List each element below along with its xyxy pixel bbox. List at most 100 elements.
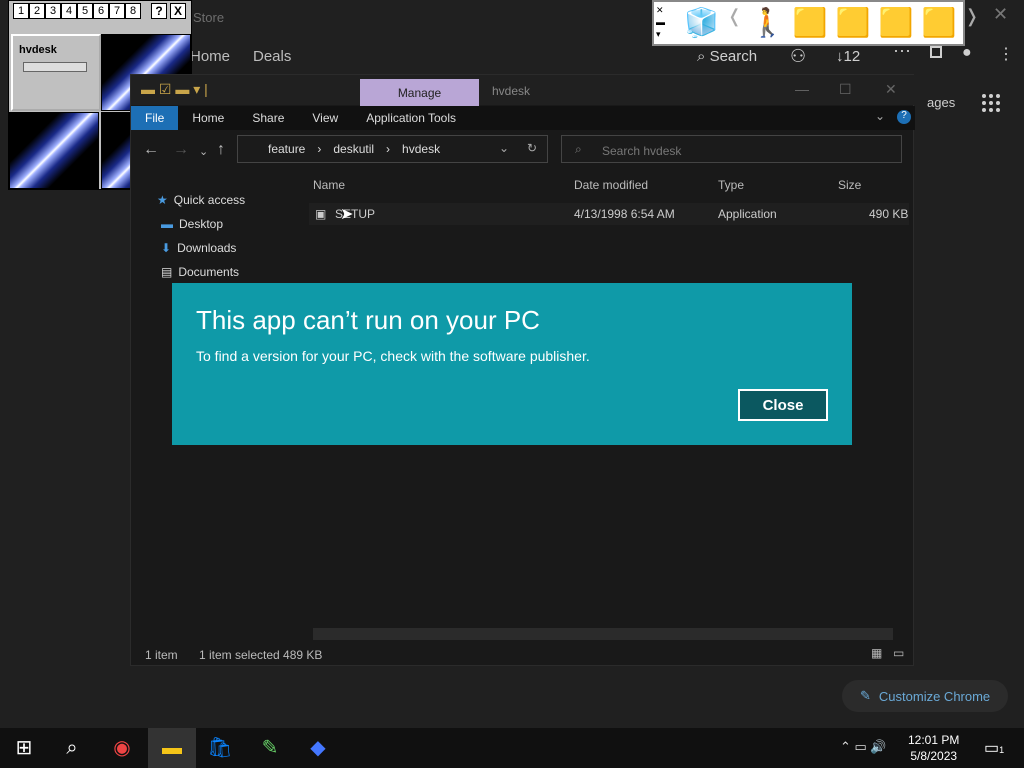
- chevron-right-icon[interactable]: ❭: [964, 6, 979, 39]
- thumb-window: [23, 62, 87, 72]
- desktop-3[interactable]: 3: [45, 3, 61, 19]
- sidebar-label: Documents: [178, 265, 240, 279]
- notepad-icon[interactable]: ✎: [256, 734, 284, 762]
- help-icon[interactable]: ?: [897, 110, 911, 124]
- sidebar-label: Downloads: [177, 241, 237, 255]
- desktop-2[interactable]: 2: [29, 3, 45, 19]
- crumb-feature[interactable]: feature: [268, 142, 305, 156]
- sidebar-item-documents[interactable]: ▤ Documents: [161, 265, 239, 279]
- forward-icon[interactable]: →: [173, 141, 189, 159]
- crumb-hvdesk[interactable]: hvdesk: [402, 142, 440, 156]
- minimize-icon[interactable]: —: [795, 81, 809, 97]
- col-size[interactable]: Size: [838, 178, 861, 192]
- sidebar-label: Desktop: [179, 217, 224, 231]
- cube-icon[interactable]: 🧊: [684, 6, 719, 39]
- apps-grid-icon[interactable]: [982, 94, 1000, 112]
- col-name[interactable]: Name: [313, 178, 345, 192]
- search-input[interactable]: Search hvdesk: [561, 135, 902, 163]
- close-button[interactable]: Close: [738, 389, 828, 421]
- tab-file[interactable]: File: [131, 106, 179, 130]
- up-icon[interactable]: ↑: [217, 141, 225, 159]
- tab-application-tools[interactable]: Application Tools: [352, 106, 470, 130]
- time: 12:01 PM: [908, 733, 960, 747]
- close-icon[interactable]: ✕: [885, 81, 897, 98]
- sidebar-item-downloads[interactable]: ⬇ Downloads: [161, 241, 236, 255]
- nav-home[interactable]: Home: [190, 48, 230, 65]
- profile-icon[interactable]: ●: [962, 44, 972, 62]
- error-dialog: This app can’t run on your PC To find a …: [172, 283, 852, 445]
- desktop-7[interactable]: 7: [109, 3, 125, 19]
- back-icon[interactable]: ←: [143, 141, 159, 159]
- table-row[interactable]: ▣ SETUP 4/13/1998 6:54 AM Application 49…: [309, 203, 909, 225]
- chrome-icon[interactable]: ◉: [108, 734, 136, 762]
- refresh-icon[interactable]: ↻: [527, 141, 537, 155]
- sidebar-item-desktop[interactable]: ▬ Desktop: [161, 217, 223, 231]
- download-icon: ⬇: [161, 241, 172, 255]
- details-view-icon[interactable]: ▦: [871, 646, 882, 660]
- store-search-label: Search: [709, 48, 758, 65]
- downloads-button[interactable]: ↓12: [836, 48, 860, 65]
- store-close-icon[interactable]: ✕: [993, 4, 1008, 25]
- store-search[interactable]: ⌕ Search: [697, 48, 757, 65]
- notifications-icon[interactable]: ▭1: [984, 738, 1004, 758]
- tiles-view-icon[interactable]: ▭: [893, 646, 904, 660]
- tab-share[interactable]: Share: [238, 106, 298, 130]
- search-icon: ⌕: [575, 142, 582, 156]
- menu-icon[interactable]: ⋮: [998, 44, 1014, 64]
- toolbar-icons: 🧊 ❬ 🚶 🟨 🟨 🟨 🟨 ❭: [684, 6, 979, 39]
- cube-icon[interactable]: 🟨: [793, 6, 828, 39]
- sidebar-label: Quick access: [173, 193, 246, 207]
- col-type[interactable]: Type: [718, 178, 744, 192]
- window-title: hvdesk: [492, 84, 531, 98]
- col-date[interactable]: Date modified: [574, 178, 648, 192]
- customize-chrome-button[interactable]: ✎ Customize Chrome: [842, 680, 1008, 712]
- desktop-4[interactable]: 4: [61, 3, 77, 19]
- close-button[interactable]: X: [170, 3, 186, 19]
- tab-view[interactable]: View: [298, 106, 352, 130]
- star-icon: ★: [157, 193, 168, 207]
- clock[interactable]: 12:01 PM 5/8/2023: [908, 732, 959, 764]
- maximize-icon[interactable]: ☐: [839, 81, 852, 98]
- file-explorer-icon[interactable]: ▬: [158, 734, 186, 762]
- desktop-thumb-3[interactable]: [9, 112, 99, 189]
- desktop-1[interactable]: 1: [13, 3, 29, 19]
- ribbon: File Home Share View Application Tools: [131, 106, 915, 130]
- nav-deals[interactable]: Deals: [253, 48, 291, 65]
- desktop-5[interactable]: 5: [77, 3, 93, 19]
- desktop-8[interactable]: 8: [125, 3, 141, 19]
- desktop-6[interactable]: 6: [93, 3, 109, 19]
- cube-icon[interactable]: 🟨: [879, 6, 914, 39]
- file-size: 490 KB: [869, 207, 909, 221]
- recent-icon[interactable]: ⌄: [199, 145, 208, 158]
- store-icon[interactable]: 🛍: [206, 734, 234, 762]
- horizontal-scrollbar[interactable]: [313, 628, 893, 640]
- search-icon[interactable]: ⌕: [58, 734, 86, 762]
- notification-count: 1: [999, 745, 1005, 755]
- user-add-icon[interactable]: ⚇: [790, 46, 806, 67]
- tab-home[interactable]: Home: [178, 106, 238, 130]
- document-icon: ▤: [161, 265, 173, 279]
- chevron-left-icon[interactable]: ❬: [727, 6, 742, 39]
- cube-icon[interactable]: 🟨: [921, 6, 956, 39]
- sidebar-item-quick-access[interactable]: ★ Quick access: [157, 193, 245, 207]
- tray-icons[interactable]: ⌃ ▭ 🔊: [840, 739, 887, 755]
- tab-manage[interactable]: Manage: [360, 79, 479, 106]
- help-button[interactable]: ?: [151, 3, 167, 19]
- start-icon[interactable]: ⊞: [10, 734, 38, 762]
- person-icon[interactable]: 🚶: [750, 6, 785, 39]
- file-date: 4/13/1998 6:54 AM: [574, 207, 675, 221]
- taskbar: ⊞ ⌕ ◉ ▬ 🛍 ✎ ◆ ⌃ ▭ 🔊 12:01 PM 5/8/2023 ▭1: [0, 728, 1024, 768]
- thumb-label: hvdesk: [19, 44, 57, 56]
- app-icon[interactable]: ◆: [304, 734, 332, 762]
- desktop-thumb-1[interactable]: hvdesk: [11, 34, 101, 111]
- toolbar-controls[interactable]: ✕ ▬ ▾: [656, 4, 670, 42]
- maximize-icon[interactable]: [930, 46, 942, 58]
- chevron-down-icon[interactable]: ⌄: [875, 109, 885, 123]
- store-title: Store: [193, 10, 225, 25]
- dialog-message: To find a version for your PC, check wit…: [196, 348, 590, 364]
- item-count: 1 item: [145, 648, 178, 662]
- crumb-deskutil[interactable]: deskutil: [333, 142, 374, 156]
- cube-icon[interactable]: 🟨: [836, 6, 871, 39]
- address-dropdown-icon[interactable]: ⌄: [499, 141, 509, 155]
- downloads-count: 12: [843, 48, 861, 65]
